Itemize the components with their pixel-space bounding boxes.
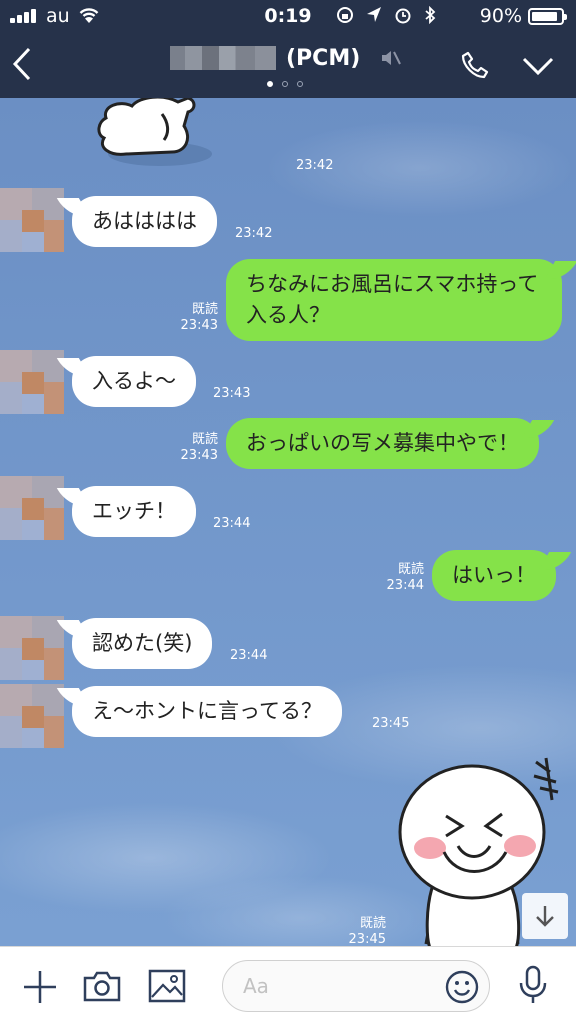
chevron-down-icon[interactable] <box>522 56 554 76</box>
incoming-message[interactable]: 入るよ〜 <box>72 356 196 407</box>
incoming-message[interactable]: エッチ！ <box>72 486 196 537</box>
incoming-message[interactable]: 認めた(笑) <box>72 618 213 669</box>
battery-percent: 90% <box>479 5 522 27</box>
outgoing-message[interactable]: ちなみにお風呂にスマホ持って入る人？ <box>226 259 562 341</box>
blurred-contact-name <box>170 46 276 70</box>
outgoing-message[interactable]: はいっ！ <box>432 550 556 601</box>
message-status: 既読 23:43 <box>180 302 218 333</box>
scroll-down-icon <box>536 906 554 927</box>
scroll-to-bottom-button[interactable] <box>522 893 568 939</box>
contact-avatar[interactable] <box>0 616 64 680</box>
phone-icon[interactable] <box>460 50 490 80</box>
location-icon <box>367 7 381 22</box>
contact-avatar[interactable] <box>0 476 64 540</box>
chat-title[interactable]: (PCM) <box>170 44 360 72</box>
plus-icon[interactable] <box>22 969 58 1005</box>
top-bar: au 0:19 90% (PCM) <box>0 0 576 98</box>
outgoing-message[interactable]: おっぱいの写メ募集中やで！ <box>226 418 539 469</box>
rotation-lock-icon <box>337 7 353 23</box>
incoming-message[interactable]: え〜ホントに言ってる？ <box>72 686 342 737</box>
image-icon[interactable] <box>148 969 186 1003</box>
back-icon[interactable] <box>12 47 32 81</box>
chat-area[interactable]: 23:42 あはははは 23:42 既読 23:43 ちなみにお風呂にスマホ持って… <box>0 98 576 946</box>
character-sticker <box>97 98 212 166</box>
contact-avatar[interactable] <box>0 350 64 414</box>
mute-icon <box>382 51 401 65</box>
message-time: 23:44 <box>230 648 268 663</box>
incoming-message[interactable]: あはははは <box>72 196 217 247</box>
message-time: 23:42 <box>235 226 273 241</box>
camera-icon[interactable] <box>83 969 121 1003</box>
message-input-wrapper[interactable] <box>222 960 490 1012</box>
status-bar: au 0:19 90% <box>0 0 576 34</box>
sticker-status: 既読 23:45 <box>348 916 386 946</box>
sticker-timestamp: 23:42 <box>296 158 334 173</box>
message-status: 既読 23:43 <box>180 432 218 463</box>
alarm-icon <box>395 8 411 24</box>
page-indicator <box>267 81 303 87</box>
chat-title-text: (PCM) <box>286 45 361 71</box>
battery-icon <box>528 8 567 25</box>
input-bar <box>0 946 576 1024</box>
message-time: 23:44 <box>213 516 251 531</box>
contact-avatar[interactable] <box>0 684 64 748</box>
mic-icon[interactable] <box>518 965 548 1005</box>
message-time: 23:43 <box>213 386 251 401</box>
emoji-icon[interactable] <box>445 970 479 1004</box>
contact-avatar[interactable] <box>0 188 64 252</box>
bluetooth-icon <box>425 6 436 24</box>
message-input[interactable] <box>243 971 423 1001</box>
message-status: 既読 23:44 <box>386 562 424 593</box>
message-time: 23:45 <box>372 716 410 731</box>
